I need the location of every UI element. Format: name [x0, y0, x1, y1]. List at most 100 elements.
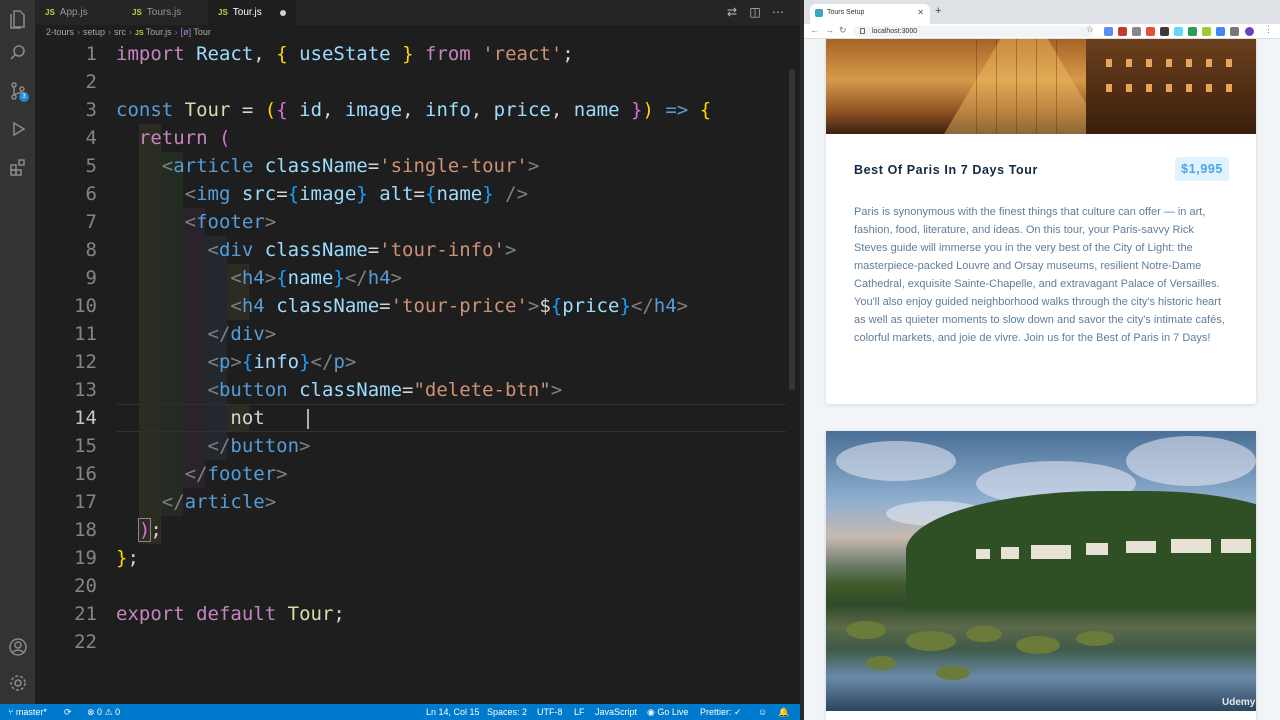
eol-item[interactable]: LF	[574, 704, 585, 720]
new-tab-plus-icon[interactable]: +	[935, 5, 941, 17]
tour-card	[826, 431, 1256, 720]
open-changes-icon[interactable]: ⇄	[725, 5, 739, 19]
tour-name: Best Of Paris In 7 Days Tour	[854, 163, 1038, 177]
line-number: 12	[74, 351, 97, 373]
line-number: 5	[85, 155, 97, 177]
code-line: };	[116, 547, 139, 569]
chevron-right-icon: ›	[108, 27, 112, 37]
tab-label: Tours.js	[146, 7, 182, 18]
line-number: 21	[74, 603, 97, 625]
browser-tab[interactable]: Tours Setup ✕	[810, 4, 930, 24]
extension-icon[interactable]	[1202, 27, 1211, 36]
go-live-button[interactable]: ◉ Go Live	[647, 704, 688, 720]
line-number: 10	[74, 295, 97, 317]
tab-label: Tour.js	[232, 7, 262, 18]
extension-icon[interactable]	[1188, 27, 1197, 36]
problems-item[interactable]: ⊗ 0 ⚠ 0	[87, 704, 120, 720]
udemy-watermark: Udemy	[1222, 697, 1256, 708]
source-control-icon[interactable]: 3	[0, 76, 35, 106]
git-branch-item[interactable]: ⑂ master*	[8, 704, 47, 720]
code-editor[interactable]: 1 import React, { useState } from 'react'…	[35, 40, 800, 704]
extension-icon[interactable]	[1216, 27, 1225, 36]
cursor-position[interactable]: Ln 14, Col 15	[426, 704, 480, 720]
account-icon[interactable]	[0, 632, 35, 662]
code-line: <div className='tour-info'>	[207, 239, 517, 261]
run-debug-icon[interactable]	[0, 114, 35, 144]
url-text: localhost:3000	[872, 28, 918, 35]
sync-icon[interactable]: ⟳	[64, 704, 72, 720]
tour-card: Best Of Paris In 7 Days Tour $1,995 Pari…	[826, 39, 1256, 404]
code-line: </footer>	[184, 463, 288, 485]
extension-icon[interactable]	[1118, 27, 1127, 36]
extensions-icon[interactable]	[0, 152, 35, 182]
close-icon[interactable]: ✕	[917, 4, 924, 22]
favicon-icon	[815, 9, 823, 17]
extension-icon[interactable]	[1146, 27, 1155, 36]
code-line: );	[137, 518, 162, 542]
breadcrumb-file[interactable]: Tour.js	[146, 27, 172, 37]
settings-gear-icon[interactable]	[0, 668, 35, 698]
code-line: const Tour = ({ id, image, info, price, …	[116, 99, 712, 121]
code-line: <footer>	[184, 211, 277, 233]
indentation-item[interactable]: Spaces: 2	[487, 704, 527, 720]
profile-avatar[interactable]	[1245, 27, 1254, 36]
extension-icon[interactable]	[1160, 27, 1169, 36]
symbol-icon: [ø]	[180, 27, 194, 37]
line-number: 1	[85, 43, 97, 65]
line-number: 14	[74, 407, 97, 429]
browser-tab-strip: Tours Setup ✕ +	[804, 0, 1280, 24]
breadcrumb-folder[interactable]: 2-tours	[46, 27, 74, 37]
line-number: 15	[74, 435, 97, 457]
js-file-icon: JS	[218, 8, 228, 17]
tab-label: App.js	[59, 7, 88, 18]
address-bar[interactable]: localhost:3000	[853, 26, 1093, 37]
code-line: <img src={image} alt={name} />	[184, 183, 529, 205]
search-icon[interactable]	[0, 38, 35, 68]
back-arrow-icon[interactable]: ←	[810, 25, 819, 35]
line-number: 13	[74, 379, 97, 401]
tour-description: Paris is synonymous with the finest thin…	[854, 206, 1225, 344]
kebab-menu-icon[interactable]: ⋮	[1264, 24, 1273, 35]
tour-image	[826, 39, 1256, 134]
breadcrumb-folder[interactable]: src	[114, 27, 126, 37]
code-line: <button className="delete-btn">	[207, 379, 563, 401]
js-file-icon: JS	[45, 8, 55, 17]
breadcrumb: 2-tours › setup › src › JS Tour.js › [ø] Tour	[35, 25, 800, 40]
more-actions-icon[interactable]: ⋯	[771, 5, 785, 19]
prettier-item[interactable]: Prettier: ✓	[700, 704, 742, 720]
line-number: 22	[74, 631, 97, 653]
feedback-icon[interactable]: ☺	[758, 704, 767, 720]
encoding-item[interactable]: UTF-8	[537, 704, 563, 720]
code-line: </button>	[207, 435, 311, 457]
tab-tour-js[interactable]: JS Tour.js	[208, 0, 296, 25]
split-editor-icon[interactable]: ◫	[748, 5, 762, 19]
breadcrumb-symbol[interactable]: Tour	[193, 27, 211, 37]
code-line: <h4>{name}</h4>	[230, 267, 403, 289]
extension-icon[interactable]	[1104, 27, 1113, 36]
notifications-bell-icon[interactable]: 🔔	[778, 704, 789, 720]
chevron-right-icon: ›	[77, 27, 81, 37]
activity-bar: 3	[0, 0, 35, 704]
code-line: not	[230, 407, 277, 429]
line-number: 7	[85, 211, 97, 233]
line-number: 11	[74, 323, 97, 345]
forward-arrow-icon[interactable]: →	[825, 25, 834, 35]
extension-icon[interactable]	[1132, 27, 1141, 36]
source-control-badge: 3	[19, 92, 29, 102]
code-line: return (	[138, 127, 231, 149]
tours-page: Best Of Paris In 7 Days Tour $1,995 Pari…	[804, 39, 1280, 720]
tab-tours-js[interactable]: JS Tours.js	[122, 0, 208, 25]
extensions-puzzle-icon[interactable]	[1230, 27, 1239, 36]
language-mode-item[interactable]: JavaScript	[595, 704, 637, 720]
react-devtools-icon[interactable]	[1174, 27, 1183, 36]
breadcrumb-folder[interactable]: setup	[83, 27, 105, 37]
explorer-icon[interactable]	[0, 4, 35, 34]
vertical-scrollbar[interactable]	[789, 70, 795, 390]
bookmark-star-icon[interactable]: ☆	[1086, 24, 1094, 35]
reload-icon[interactable]: ↻	[839, 25, 847, 36]
tour-info: Best Of Paris In 7 Days Tour $1,995	[854, 157, 1229, 183]
tab-app-js[interactable]: JS App.js	[35, 0, 122, 25]
line-number: 18	[74, 519, 97, 541]
unsaved-dot-icon[interactable]	[280, 10, 286, 16]
browser-window: Tours Setup ✕ + ← → ↻ localhost:3000 ☆ ⋮	[804, 0, 1280, 720]
